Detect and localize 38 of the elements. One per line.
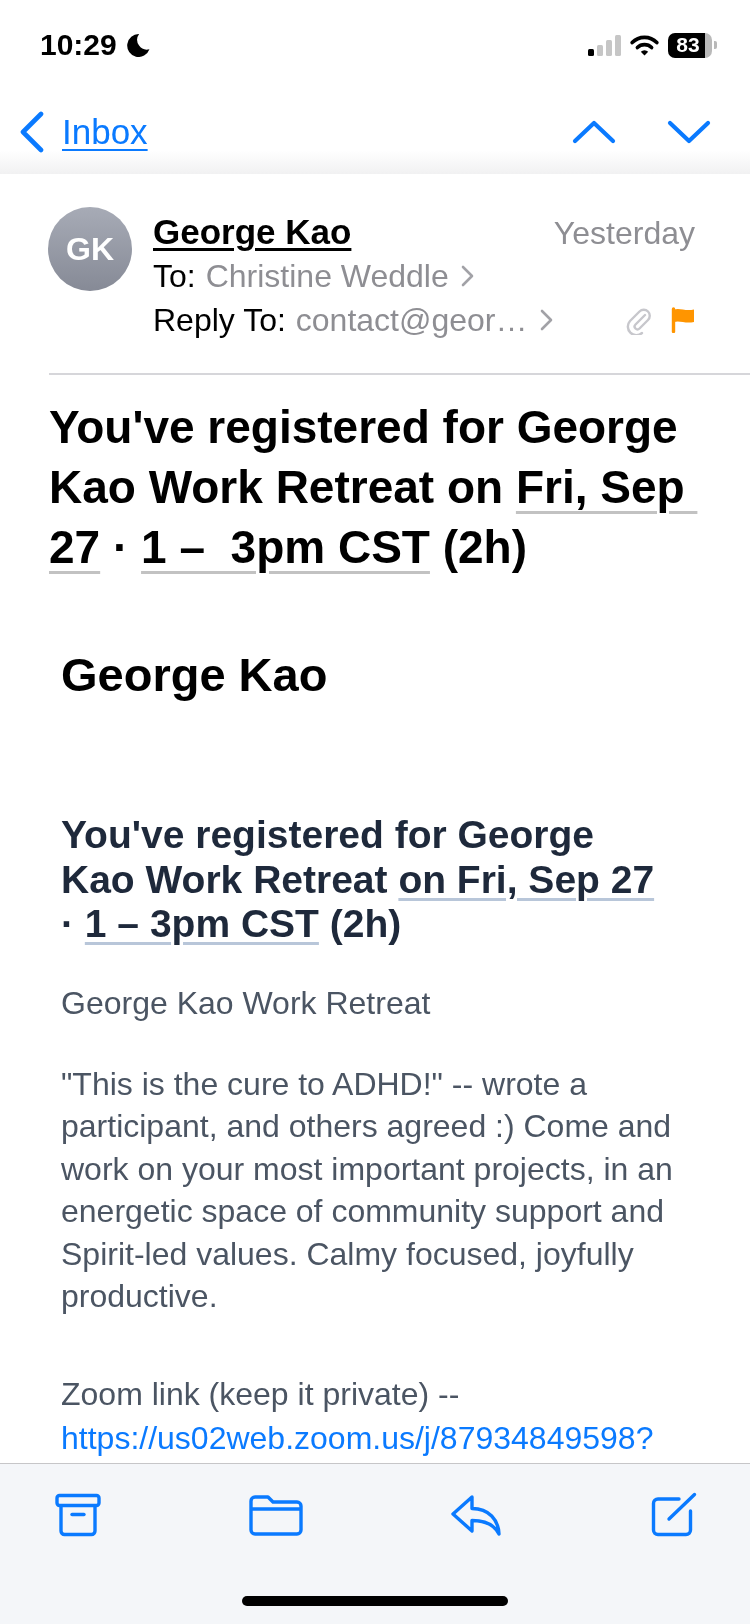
archive-button[interactable] [55, 1493, 101, 1537]
previous-message-button[interactable] [572, 120, 616, 144]
message-date: Yesterday [553, 214, 695, 253]
to-label: To: [153, 257, 196, 296]
datetime-link[interactable]: Fri, Sep [515, 461, 698, 513]
chevron-left-icon [19, 111, 45, 153]
subject-heading: You've registered for George Kao Work Retreat on Fri, Sep 27 · 1 – 3pm CST (2h) [49, 397, 699, 577]
reply-arrow-icon [450, 1493, 503, 1537]
sender-avatar: GK [48, 207, 132, 291]
zoom-link[interactable]: https://us02web.zoom.us/j/87934849598? [61, 1420, 654, 1457]
event-name: George Kao Work Retreat [61, 983, 432, 1023]
folder-icon [248, 1494, 303, 1536]
zoom-link-text: Zoom link (keep it private) -- https://us02web.zoom.us/j/87934849598? [61, 1375, 655, 1459]
reply-to-label: Reply To: [153, 301, 286, 340]
compose-button[interactable] [649, 1492, 698, 1538]
datetime-link[interactable]: 1 – 3pm CST [141, 521, 430, 573]
compose-icon [649, 1492, 698, 1538]
email-sender-heading: George Kao [61, 647, 329, 703]
moon-icon [125, 33, 150, 57]
event-description: "This is the cure to ADHD!" -- wrote a participant, and others agreed :) Come and work on your most important projects, in an energetic space of community support and Spirit-led values. Calmy focused, joyfully productive. [61, 1064, 674, 1317]
chevron-right-icon [460, 265, 474, 287]
datetime-link[interactable]: 27 [49, 521, 101, 573]
wifi-icon [630, 34, 659, 56]
archive-box-icon [55, 1493, 101, 1537]
battery-percent: 83 [676, 34, 701, 56]
next-message-button[interactable] [667, 120, 711, 144]
datetime-link[interactable]: 1 – 3pm CST [84, 902, 319, 945]
chevron-down-icon [667, 120, 711, 144]
datetime-link[interactable]: on Fri, Sep 27 [398, 857, 655, 901]
status-time: 10:29 [40, 27, 117, 63]
chevron-right-icon [539, 309, 553, 331]
sender-name[interactable]: George Kao [153, 210, 352, 254]
back-button[interactable]: Inbox [19, 111, 148, 153]
event-heading: You've registered for George Kao Work Retreat on Fri, Sep 27 · 1 – 3pm CST (2h) [61, 813, 656, 947]
move-to-folder-button[interactable] [248, 1494, 303, 1536]
signal-icon [588, 34, 621, 56]
reply-button[interactable] [450, 1493, 503, 1537]
chevron-up-icon [572, 120, 616, 144]
